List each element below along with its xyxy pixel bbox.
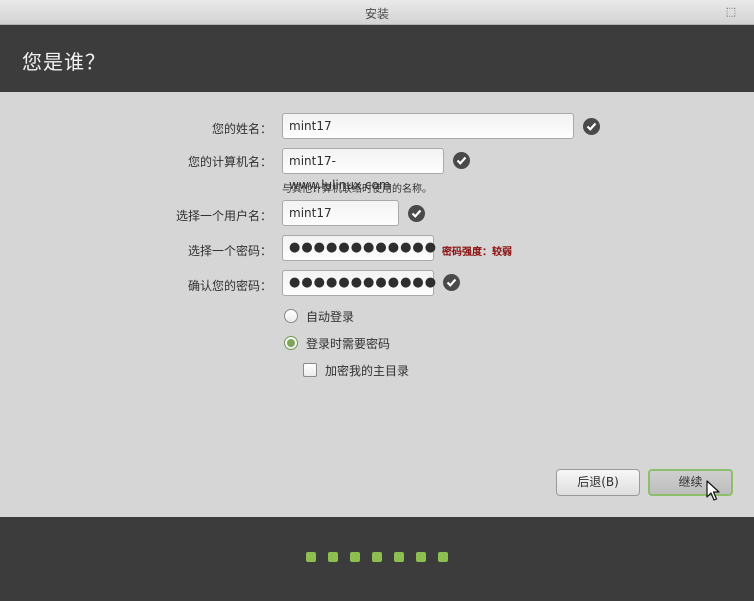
password-field[interactable]: ●●●●●●●●●●●● [282,235,436,261]
window-titlebar: 安装 ⬚ [0,0,754,25]
progress-step-dot [394,552,404,562]
progress-step-dot [328,552,338,562]
confirm-valid-check-icon [443,274,460,291]
continue-button[interactable]: 继续 [648,469,733,496]
password-label: 选择一个密码： [187,244,272,258]
username-label: 选择一个用户名： [175,209,272,223]
progress-step-dot [306,552,316,562]
name-label: 您的姓名： [211,122,272,136]
progress-step-dot [438,552,448,562]
name-valid-check-icon [583,118,600,135]
auto-login-radio[interactable] [284,309,298,323]
page-header: 您是谁？ [0,25,754,92]
encrypt-home-label[interactable]: 加密我的主目录 [325,362,409,379]
encrypt-home-checkbox[interactable] [303,363,317,377]
progress-footer [0,517,754,601]
user-form: 您的姓名： mint17 您的计算机名： mint17-www.lulinux.… [0,92,754,517]
page-title: 您是谁？ [22,50,106,74]
computer-name-field[interactable]: mint17-www.lulinux.com [282,148,444,192]
confirm-password-field[interactable]: ●●●●●●●●●●●● [282,270,436,296]
auto-login-label[interactable]: 自动登录 [306,308,354,325]
mouse-pointer-icon [706,480,720,505]
computer-name-label: 您的计算机名： [187,155,272,169]
password-strength: 密码强度：较弱 [442,247,512,258]
progress-step-dot [416,552,426,562]
require-password-radio[interactable] [284,336,298,350]
username-valid-check-icon [408,205,425,222]
computer-name-hint: 与其他计算机联络时使用的名称。 [282,184,432,195]
name-field[interactable]: mint17 [282,113,574,139]
window-title: 安装 [364,7,389,21]
username-field[interactable]: mint17 [282,200,399,226]
require-password-label[interactable]: 登录时需要密码 [306,335,390,352]
computer-valid-check-icon [453,152,470,169]
restore-window-icon[interactable]: ⬚ [722,3,740,21]
confirm-password-label: 确认您的密码： [187,279,272,293]
back-button[interactable]: 后退(B) [556,469,640,496]
progress-step-dot [350,552,360,562]
progress-step-dot [372,552,382,562]
